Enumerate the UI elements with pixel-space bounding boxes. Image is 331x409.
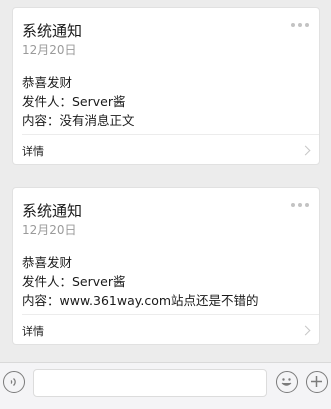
details-label: 详情 (22, 325, 44, 338)
plus-sign-icon (311, 376, 322, 387)
message-card: 系统通知 12月20日 恭喜发财 发件人：Server酱 内容：www.361w… (12, 187, 320, 345)
message-line: 恭喜发财 (22, 75, 73, 90)
voice-icon[interactable] (3, 371, 25, 393)
card-date: 12月20日 (22, 43, 77, 57)
emoji-icon[interactable] (276, 371, 298, 393)
message-line: 内容：没有消息正文 (22, 113, 135, 128)
message-line: 发件人：Server酱 (22, 94, 126, 109)
card-title: 系统通知 (22, 22, 83, 40)
plus-icon[interactable] (306, 371, 328, 393)
more-icon[interactable] (291, 22, 309, 28)
chevron-right-icon (300, 145, 311, 156)
chat-input-bar (0, 362, 331, 409)
message-line: 内容：www.361way.com站点还是不错的 (22, 293, 259, 308)
card-title: 系统通知 (22, 202, 83, 220)
details-link[interactable]: 详情 (13, 315, 319, 346)
more-icon[interactable] (291, 202, 309, 208)
details-label: 详情 (22, 145, 44, 158)
smiley-face-icon (281, 378, 292, 386)
message-line: 恭喜发财 (22, 255, 73, 270)
message-card: 系统通知 12月20日 恭喜发财 发件人：Server酱 内容：没有消息正文 详… (12, 7, 320, 165)
voice-waves-icon (10, 378, 16, 386)
details-link[interactable]: 详情 (13, 135, 319, 166)
card-date: 12月20日 (22, 223, 77, 237)
message-input[interactable] (33, 369, 267, 397)
message-line: 发件人：Server酱 (22, 274, 126, 289)
chevron-right-icon (300, 325, 311, 336)
